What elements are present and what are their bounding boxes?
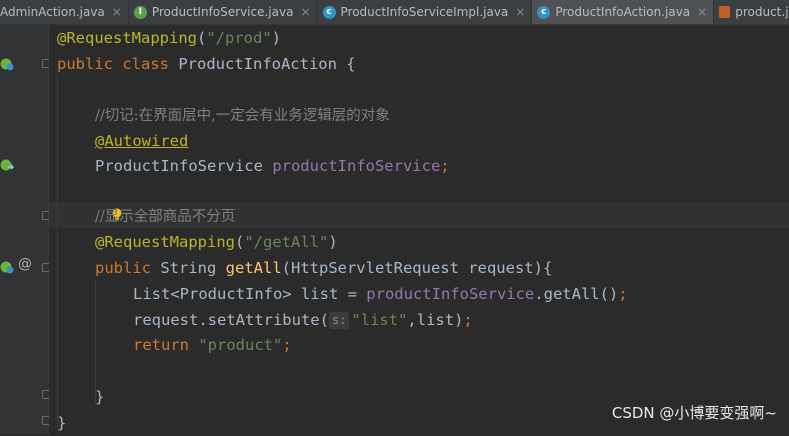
editor-gutter: @ [0,25,51,435]
code-line-15: } [95,388,105,406]
code-line-10: public String getAll(HttpServletRequest … [95,259,553,277]
close-icon[interactable]: × [697,5,707,19]
spring-mapping-icon[interactable] [0,260,14,274]
code-line-5: @Autowired [95,132,189,150]
code-line-4: //切记:在界面层中,一定会有业务逻辑层的对象 [95,108,390,124]
code-line-2: public class ProductInfoAction { [57,55,356,73]
code-line-9: @RequestMapping("/getAll") [95,233,338,251]
jsp-file-icon [719,6,731,18]
code-line-11: List<ProductInfo> list = productInfoServ… [133,285,628,303]
tab-label: ProductInfoAction.java [555,5,691,19]
indent-guide [57,75,58,430]
class-icon: c [322,5,336,19]
tab-product-info-service[interactable]: I ProductInfoService.java × [129,0,318,24]
tab-product-info-action[interactable]: c ProductInfoAction.java × [532,0,715,24]
watermark: CSDN @小博要变强啊~ [611,404,777,422]
editor-tab-bar: AdminAction.java × I ProductInfoService.… [0,0,789,25]
close-icon[interactable]: × [112,5,122,19]
tab-label: ProductInfoServiceImpl.java [340,5,509,19]
tab-label: AdminAction.java [0,5,105,19]
code-line-13: return "product"; [133,336,292,354]
code-editor[interactable]: @RequestMapping("/prod") public class Pr… [49,25,789,435]
code-line-6: ProductInfoService productInfoService; [95,157,450,175]
spring-autowired-icon[interactable] [0,158,14,172]
tab-product-info-service-impl[interactable]: c ProductInfoServiceImpl.java × [318,0,533,24]
tab-product-jsp[interactable]: product.jsp × [714,0,789,24]
code-line-16: } [57,414,67,432]
code-line-8: //显示全部商品不分页 [95,209,236,225]
spring-bean-icon[interactable] [0,57,14,71]
close-icon[interactable]: × [515,5,525,19]
interface-icon: I [133,5,147,19]
code-line-1: @RequestMapping("/prod") [57,29,281,47]
code-line-12: request.setAttribute(s: "list",list); [133,311,473,329]
web-endpoint-icon[interactable]: @ [18,256,32,272]
class-icon: c [537,5,551,19]
close-icon[interactable]: × [300,5,310,19]
tab-admin-action[interactable]: AdminAction.java × [0,0,129,24]
tab-label: ProductInfoService.java [151,5,294,19]
tab-label: product.jsp [735,5,789,19]
parameter-hint: s: [328,312,350,329]
